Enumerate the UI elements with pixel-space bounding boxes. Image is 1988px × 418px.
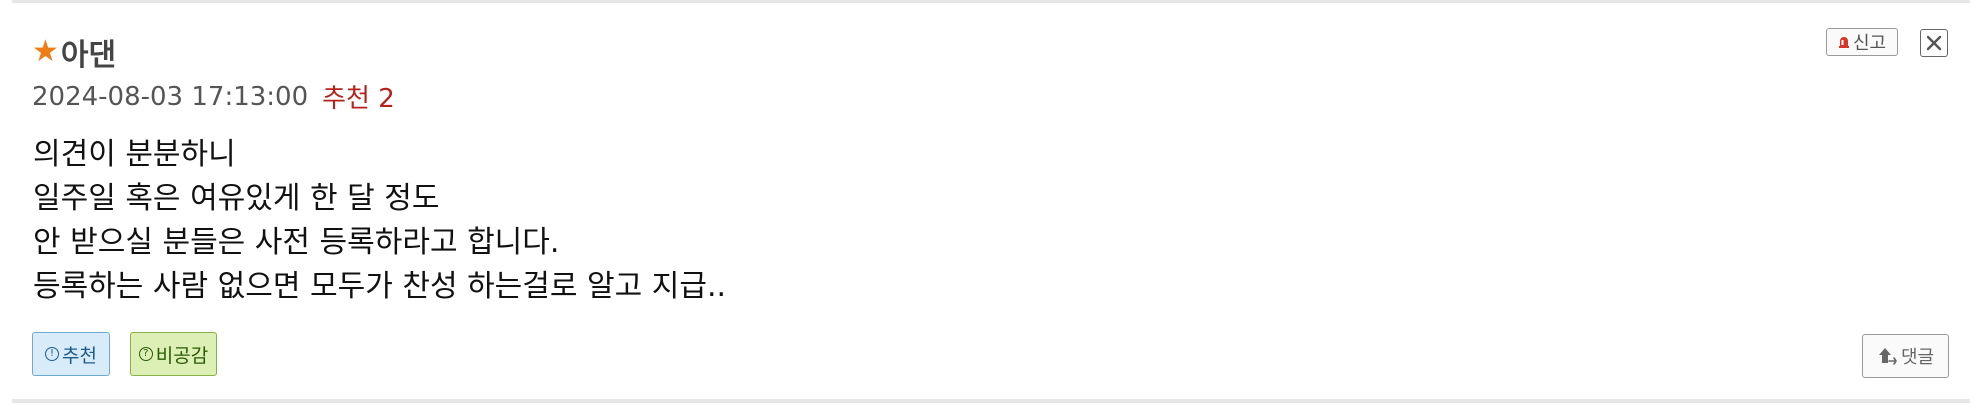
comment-timestamp: 2024-08-03 17:13:00 [32, 81, 309, 112]
comment-body: 의견이 분분하니 일주일 혹은 여유있게 한 달 정도 안 받으실 분들은 사전… [33, 133, 726, 309]
comment-line: 일주일 혹은 여유있게 한 달 정도 [33, 181, 440, 216]
bottom-divider [12, 399, 1970, 403]
upvote-button[interactable]: ! 추천 [32, 332, 110, 376]
author-name[interactable]: 아댄 [61, 30, 116, 74]
comment-item: ★ 아댄 2024-08-03 17:13:00 추천 2 의견이 분분하니 일… [0, 0, 1988, 418]
recommend-count: 추천 2 [322, 84, 395, 114]
close-button[interactable] [1920, 29, 1948, 57]
close-icon [1926, 35, 1942, 51]
report-label: 신고 [1852, 33, 1887, 54]
circle-exclamation-icon: ! [45, 347, 60, 361]
downvote-button[interactable]: ? 비공감 [130, 332, 217, 376]
comment-author: ★ 아댄 [32, 30, 116, 74]
reply-label: 댓글 [1900, 347, 1935, 368]
comment-line: 의견이 분분하니 [33, 137, 236, 172]
report-button[interactable]: 신고 [1826, 28, 1898, 56]
siren-icon [1838, 37, 1849, 48]
reply-arrow-icon [1878, 348, 1897, 365]
downvote-label: 비공감 [155, 344, 209, 367]
reply-button[interactable]: 댓글 [1862, 334, 1949, 378]
comment-line: 등록하는 사람 없으면 모두가 찬성 하는걸로 알고 지급.. [33, 269, 727, 304]
comment-line: 안 받으실 분들은 사전 등록하라고 합니다. [33, 225, 560, 260]
circle-question-icon: ? [138, 347, 153, 361]
star-icon: ★ [32, 34, 59, 69]
upvote-label: 추천 [62, 344, 97, 367]
comment-meta: 2024-08-03 17:13:00 추천 2 [32, 78, 395, 115]
